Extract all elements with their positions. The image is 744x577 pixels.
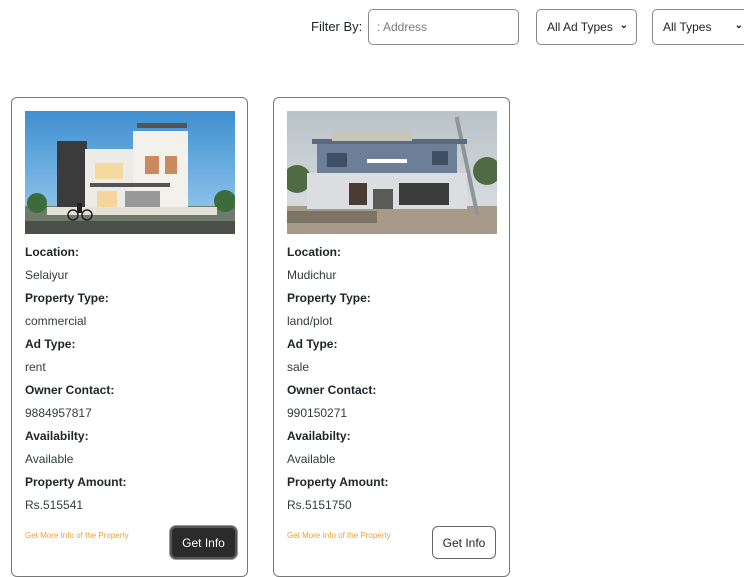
property-type-value: land/plot — [287, 314, 333, 328]
owner-contact-value: 9884957817 — [25, 406, 92, 420]
property-type-label: Property Type: — [25, 291, 109, 305]
property-card: Location: Selaiyur Property Type: commer… — [11, 97, 248, 577]
chevron-down-icon: ⌄ — [619, 20, 628, 31]
availability-label: Availabilty: — [25, 429, 89, 443]
availability-label: Availabilty: — [287, 429, 351, 443]
ad-type-label: Ad Type: — [287, 337, 338, 351]
ad-type-select-value: All Ad Types — [547, 20, 613, 34]
address-filter-input[interactable] — [368, 9, 519, 45]
availability-value: Available — [287, 452, 336, 466]
property-amount-label: Property Amount: — [287, 475, 389, 489]
property-amount-value: Rs.5151750 — [287, 498, 352, 512]
ad-type-select[interactable]: All Ad Types ⌄ — [536, 9, 637, 45]
location-value: Selaiyur — [25, 268, 69, 282]
get-info-button[interactable]: Get Info — [170, 526, 237, 559]
more-info-link[interactable]: Get More Info of the Property — [287, 531, 391, 540]
ad-type-value: sale — [287, 360, 310, 374]
location-label: Location: — [25, 245, 79, 259]
property-amount-label: Property Amount: — [25, 475, 127, 489]
property-type-select[interactable]: All Types ⌄ — [652, 9, 744, 45]
property-type-value: commercial — [25, 314, 87, 328]
owner-contact-label: Owner Contact: — [287, 383, 377, 397]
filter-label: Filter By: — [311, 19, 363, 34]
property-image — [287, 111, 497, 234]
location-value: Mudichur — [287, 268, 337, 282]
ad-type-value: rent — [25, 360, 46, 374]
property-amount-value: Rs.515541 — [25, 498, 84, 512]
property-type-label: Property Type: — [287, 291, 371, 305]
owner-contact-value: 990150271 — [287, 406, 348, 420]
property-image — [25, 111, 235, 234]
ad-type-label: Ad Type: — [25, 337, 76, 351]
owner-contact-label: Owner Contact: — [25, 383, 115, 397]
property-card: Location: Mudichur Property Type: land/p… — [273, 97, 510, 577]
get-info-button[interactable]: Get Info — [432, 526, 496, 559]
location-label: Location: — [287, 245, 341, 259]
property-type-select-value: All Types — [663, 20, 712, 34]
more-info-link[interactable]: Get More Info of the Property — [25, 531, 129, 540]
availability-value: Available — [25, 452, 74, 466]
chevron-down-icon: ⌄ — [734, 20, 743, 31]
